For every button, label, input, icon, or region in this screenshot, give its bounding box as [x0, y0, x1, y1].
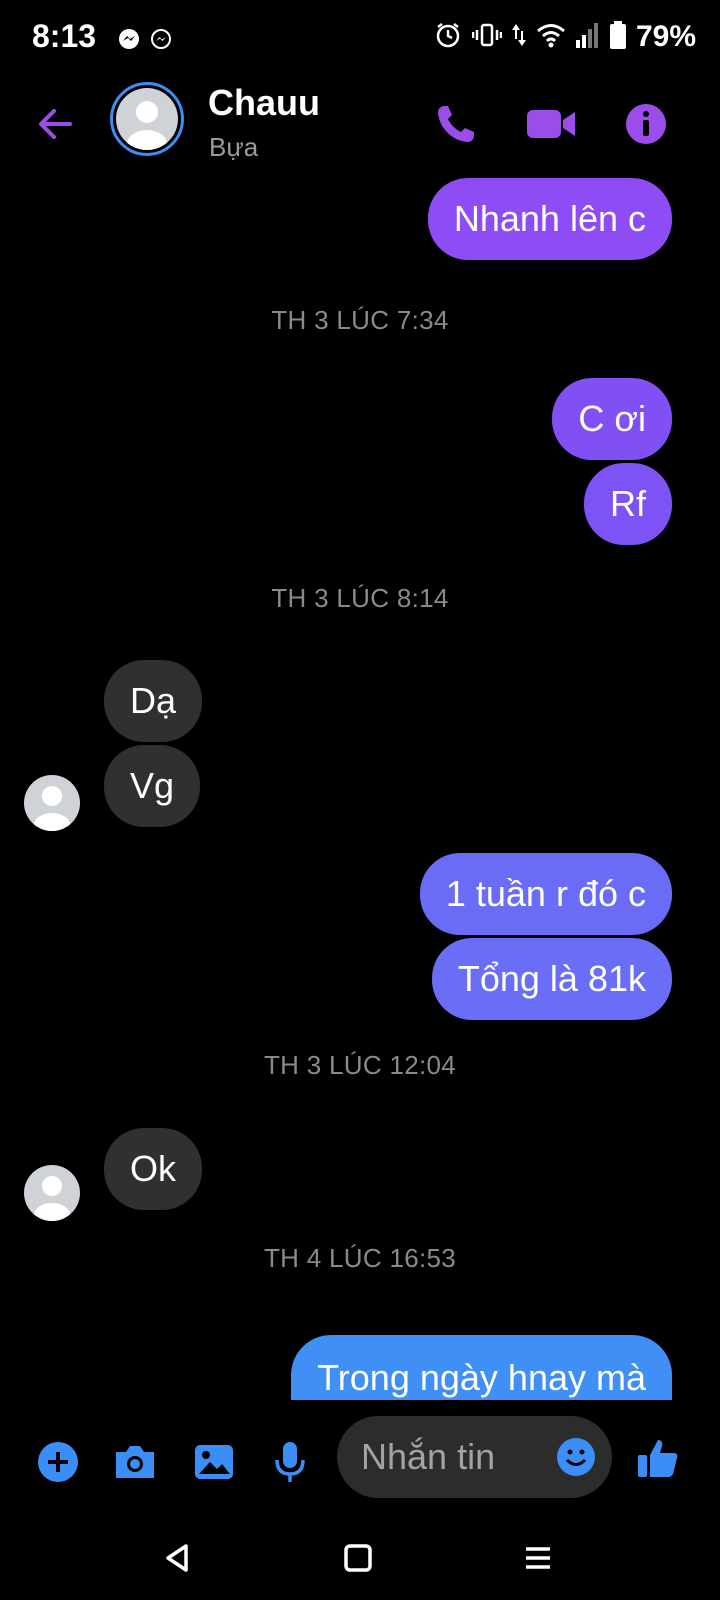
info-button[interactable]	[620, 98, 672, 150]
camera-icon	[116, 1446, 154, 1478]
message-input-placeholder: Nhắn tin	[361, 1436, 496, 1477]
message-list[interactable]: Nhanh lên c TH 3 LÚC 7:34 C ơi Rf TH 3 L…	[0, 175, 720, 1400]
timestamp: TH 3 LÚC 8:14	[271, 583, 449, 613]
like-button[interactable]	[636, 1436, 680, 1480]
system-nav-bar	[0, 1520, 720, 1600]
microphone-icon	[275, 1442, 305, 1482]
square-home-icon	[344, 1544, 372, 1572]
image-icon	[195, 1445, 233, 1479]
messenger-outline-notification-icon	[150, 28, 172, 50]
outgoing-message[interactable]: C ơi	[552, 378, 672, 460]
more-actions-button[interactable]	[36, 1440, 80, 1484]
status-bar: 8:13 79%	[0, 0, 720, 80]
outgoing-message[interactable]: Tổng là 81k	[431, 938, 672, 1020]
outgoing-message[interactable]: 1 tuần r đó c	[419, 853, 672, 935]
voice-message-button[interactable]	[268, 1440, 312, 1484]
video-call-button[interactable]	[525, 98, 577, 150]
messenger-notification-icon	[118, 28, 140, 50]
battery-icon	[609, 20, 626, 54]
nav-menu-button[interactable]	[518, 1538, 558, 1578]
nav-back-button[interactable]	[158, 1538, 198, 1578]
signal-icon	[575, 22, 600, 53]
avatar-placeholder-icon	[34, 1176, 70, 1221]
phone-icon	[438, 106, 474, 142]
status-right: 79%	[434, 20, 696, 54]
info-icon	[626, 104, 666, 144]
battery-percent: 79%	[635, 20, 696, 53]
contact-avatar[interactable]	[110, 82, 184, 156]
wifi-icon	[536, 22, 566, 53]
gallery-button[interactable]	[192, 1440, 236, 1484]
triangle-back-icon	[166, 1544, 188, 1572]
message-input[interactable]: Nhắn tin	[337, 1416, 612, 1498]
voice-call-button[interactable]	[430, 98, 482, 150]
notification-icons	[118, 28, 172, 50]
outgoing-message[interactable]: Nhanh lên c	[427, 178, 672, 260]
sender-avatar[interactable]	[24, 775, 80, 831]
back-arrow-icon	[39, 109, 72, 139]
avatar-placeholder-icon	[116, 88, 178, 150]
outgoing-message[interactable]: Rf	[584, 463, 672, 545]
timestamp: TH 4 LÚC 16:53	[263, 1243, 457, 1273]
thumbs-up-icon	[638, 1440, 678, 1477]
vibrate-icon	[471, 21, 503, 54]
incoming-message[interactable]: Vg	[104, 745, 201, 827]
camera-button[interactable]	[112, 1440, 156, 1484]
outgoing-message[interactable]: Trong ngày hnay mà	[291, 1335, 672, 1400]
contact-name[interactable]: Chauu	[208, 82, 320, 124]
incoming-message[interactable]: Dạ	[104, 660, 203, 742]
alarm-icon	[434, 21, 462, 54]
menu-icon	[526, 1547, 550, 1569]
smiley-icon	[557, 1438, 595, 1476]
emoji-button[interactable]	[556, 1437, 596, 1477]
nav-home-button[interactable]	[338, 1538, 378, 1578]
status-time: 8:13	[32, 18, 97, 54]
video-camera-icon	[527, 110, 575, 138]
contact-nickname: Bựa	[209, 132, 259, 162]
chat-header: Chauu Bựa	[0, 80, 720, 180]
timestamp: TH 3 LÚC 12:04	[263, 1050, 457, 1080]
back-button[interactable]	[30, 98, 82, 150]
message-composer: Nhắn tin	[0, 1400, 720, 1520]
sender-avatar[interactable]	[24, 1165, 80, 1221]
data-arrows-icon	[511, 21, 526, 54]
avatar-placeholder-icon	[34, 786, 70, 831]
plus-icon	[38, 1442, 78, 1482]
incoming-message[interactable]: Ok	[104, 1128, 203, 1210]
timestamp: TH 3 LÚC 7:34	[271, 305, 449, 335]
